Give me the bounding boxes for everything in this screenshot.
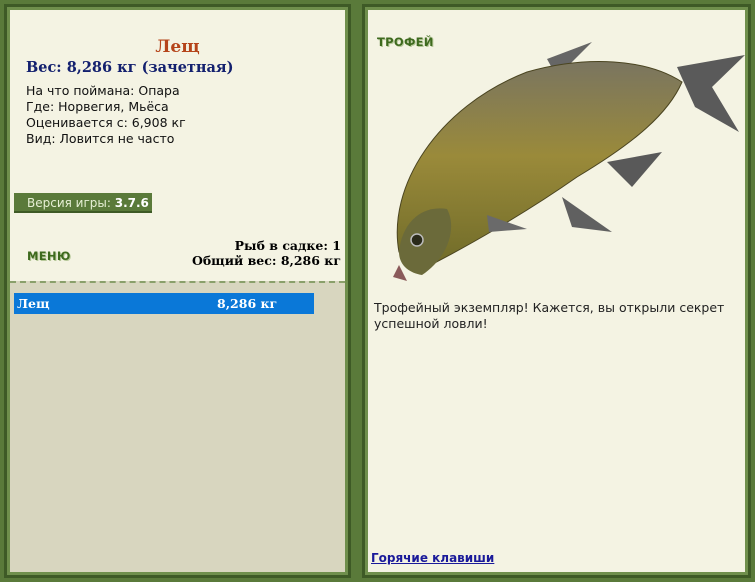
trophy-message: Трофейный экземпляр! Кажется, вы открыли…	[374, 300, 725, 331]
trophy-panel: ТРОФЕЙ Трофейный экземпляр! Кажется, вы …	[362, 4, 751, 578]
location-info: Где: Норвегия, Мьёса	[26, 99, 169, 114]
version-badge: Версия игры: 3.7.6	[14, 193, 152, 213]
rating-info: Оценивается с: 6,908 кг	[26, 115, 186, 130]
menu-button[interactable]: МЕНЮ	[27, 249, 71, 263]
fish-details: На что поймана: Опара Где: Норвегия, Мьё…	[26, 83, 186, 147]
total-weight: Общий вес: 8,286 кг	[191, 253, 341, 268]
fish-name: Лещ	[155, 37, 200, 57]
fish-count: Рыб в садке: 1	[234, 238, 341, 253]
version-label: Версия игры:	[27, 196, 111, 210]
version-value: 3.7.6	[114, 196, 149, 210]
list-item-weight: 8,286 кг	[217, 296, 278, 311]
list-item[interactable]: Лещ 8,286 кг	[14, 293, 314, 314]
trophy-title: ТРОФЕЙ	[377, 35, 434, 49]
fish-weight: Вес: 8,286 кг (зачетная)	[26, 59, 234, 76]
list-item-name: Лещ	[17, 296, 50, 311]
hotkeys-link[interactable]: Горячие клавиши	[371, 551, 494, 565]
bream-fish-image	[393, 42, 745, 281]
bait-info: На что поймана: Опара	[26, 83, 180, 98]
frequency-info: Вид: Ловится не часто	[26, 131, 175, 146]
keepnet-list: Лещ 8,286 кг	[10, 281, 345, 572]
catch-info-panel: Лещ Вес: 8,286 кг (зачетная) На что пойм…	[4, 4, 351, 578]
keepnet-stats: Рыб в садке: 1 Общий вес: 8,286 кг	[192, 238, 341, 268]
